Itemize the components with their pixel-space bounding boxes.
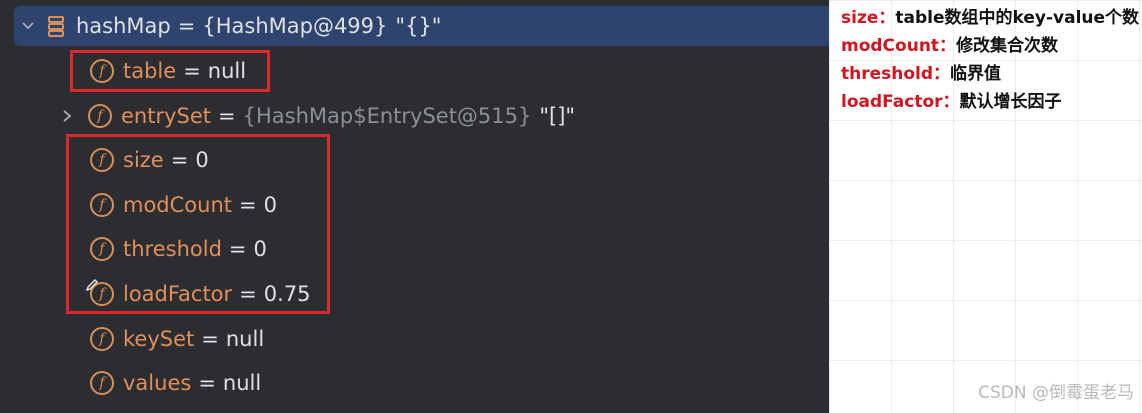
field-icon: f <box>88 104 112 128</box>
equals-sign: = <box>201 327 219 351</box>
highlight-box-table <box>70 50 270 92</box>
chevron-right-icon[interactable] <box>60 109 74 123</box>
note-threshold: threshold：临界值 <box>841 59 1001 84</box>
highlight-box-fields <box>66 134 330 314</box>
equals-sign: = <box>198 371 216 395</box>
note-loadfactor: loadFactor：默认增长因子 <box>841 87 1062 112</box>
string-value: "[]" <box>539 104 576 128</box>
object-reference: {HashMap$EntrySet@515} <box>242 104 532 128</box>
field-row-entryset[interactable]: f entrySet = {HashMap$EntrySet@515} "[]" <box>60 98 575 134</box>
field-row-values[interactable]: f values = null <box>90 365 261 401</box>
note-key: size： <box>841 8 896 28</box>
database-icon <box>48 16 64 37</box>
note-description: 默认增长因子 <box>959 92 1062 112</box>
note-key: modCount： <box>841 36 957 56</box>
chevron-down-icon[interactable] <box>20 18 36 34</box>
notes-panel: size：table数组中的key-value个数 modCount：修改集合次… <box>829 0 1142 413</box>
object-reference: {HashMap@499} <box>202 14 388 38</box>
note-key: threshold： <box>841 64 951 84</box>
field-name: entrySet <box>121 104 212 128</box>
watermark: CSDN @倒霉蛋老马 <box>978 383 1134 403</box>
field-name: values <box>123 371 192 395</box>
string-value: "{}" <box>395 14 442 38</box>
note-description: 临界值 <box>950 64 1002 84</box>
note-key: loadFactor： <box>841 92 960 112</box>
field-name: keySet <box>123 327 195 351</box>
note-description: 修改集合次数 <box>956 36 1059 56</box>
field-value: null <box>222 371 262 395</box>
field-value: null <box>225 327 265 351</box>
variable-row-hashmap[interactable]: hashMap = {HashMap@499} "{}" <box>14 6 829 46</box>
note-modcount: modCount：修改集合次数 <box>841 31 1058 56</box>
note-description: table数组中的key-value个数 <box>895 8 1140 28</box>
equals-sign: = <box>218 104 236 128</box>
note-size: size：table数组中的key-value个数 <box>841 3 1139 28</box>
equals-sign: = <box>177 14 196 38</box>
variable-name: hashMap <box>76 14 171 38</box>
field-row-keyset[interactable]: f keySet = null <box>90 321 264 357</box>
debugger-variables-panel: hashMap = {HashMap@499} "{}" f table = n… <box>0 0 829 413</box>
field-icon: f <box>90 327 114 351</box>
field-icon: f <box>90 371 114 395</box>
